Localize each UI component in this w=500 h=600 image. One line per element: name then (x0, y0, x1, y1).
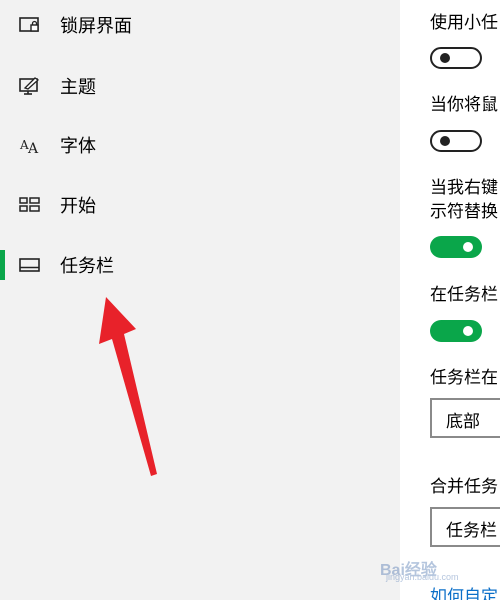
setting-label: 当我右键 (430, 178, 498, 198)
toggle-knob (463, 326, 473, 336)
dropdown-value: 任务栏 (446, 521, 497, 541)
font-icon: A A (18, 133, 42, 157)
combine-buttons-dropdown[interactable]: 任务栏 (430, 507, 500, 547)
sidebar-item-theme[interactable]: 主题 (0, 63, 400, 109)
toggle-knob (463, 242, 473, 252)
toggle-switch-off[interactable] (430, 47, 482, 69)
sidebar-item-lock-screen[interactable]: 锁屏界面 (0, 2, 400, 48)
sidebar-item-label: 主题 (60, 77, 96, 98)
toggle-switch-on[interactable] (430, 236, 482, 258)
toggle-knob (440, 53, 450, 63)
start-icon (18, 193, 42, 217)
sidebar-item-label: 字体 (60, 136, 96, 157)
svg-text:A: A (27, 141, 39, 155)
dropdown-value: 底部 (446, 412, 480, 432)
taskbar-position-dropdown[interactable]: 底部 (430, 398, 500, 438)
setting-label: 示符替换 (430, 202, 498, 222)
toggle-switch-off[interactable] (430, 130, 482, 152)
baidu-jingyan-watermark: Bai经验 jingyan.baidu.com (380, 548, 500, 588)
sidebar-item-taskbar[interactable]: 任务栏 (0, 242, 400, 288)
sidebar-item-label: 锁屏界面 (60, 16, 132, 37)
setting-label: 当你将鼠 (430, 95, 498, 115)
selected-indicator (0, 250, 5, 280)
taskbar-settings-panel: 使用小任 当你将鼠 当我右键 示符替换 在任务栏 任务栏在 底部 合并任务 任务… (400, 0, 500, 600)
setting-label: 在任务栏 (430, 285, 498, 305)
lock-screen-icon (18, 13, 42, 37)
sidebar-item-label: 任务栏 (60, 256, 114, 277)
settings-sidebar: 锁屏界面 主题 A A 字体 开始 任务栏 (0, 0, 400, 600)
toggle-switch-on[interactable] (430, 320, 482, 342)
taskbar-icon (18, 253, 42, 277)
toggle-knob (440, 136, 450, 146)
sidebar-item-font[interactable]: A A 字体 (0, 122, 400, 168)
sidebar-item-label: 开始 (60, 196, 96, 217)
setting-label: 使用小任 (430, 13, 498, 33)
sidebar-item-start[interactable]: 开始 (0, 182, 400, 228)
watermark-subtext: jingyan.baidu.com (386, 572, 459, 582)
setting-label: 任务栏在 (430, 368, 498, 388)
setting-label: 合并任务 (430, 477, 498, 497)
theme-icon (18, 74, 42, 98)
